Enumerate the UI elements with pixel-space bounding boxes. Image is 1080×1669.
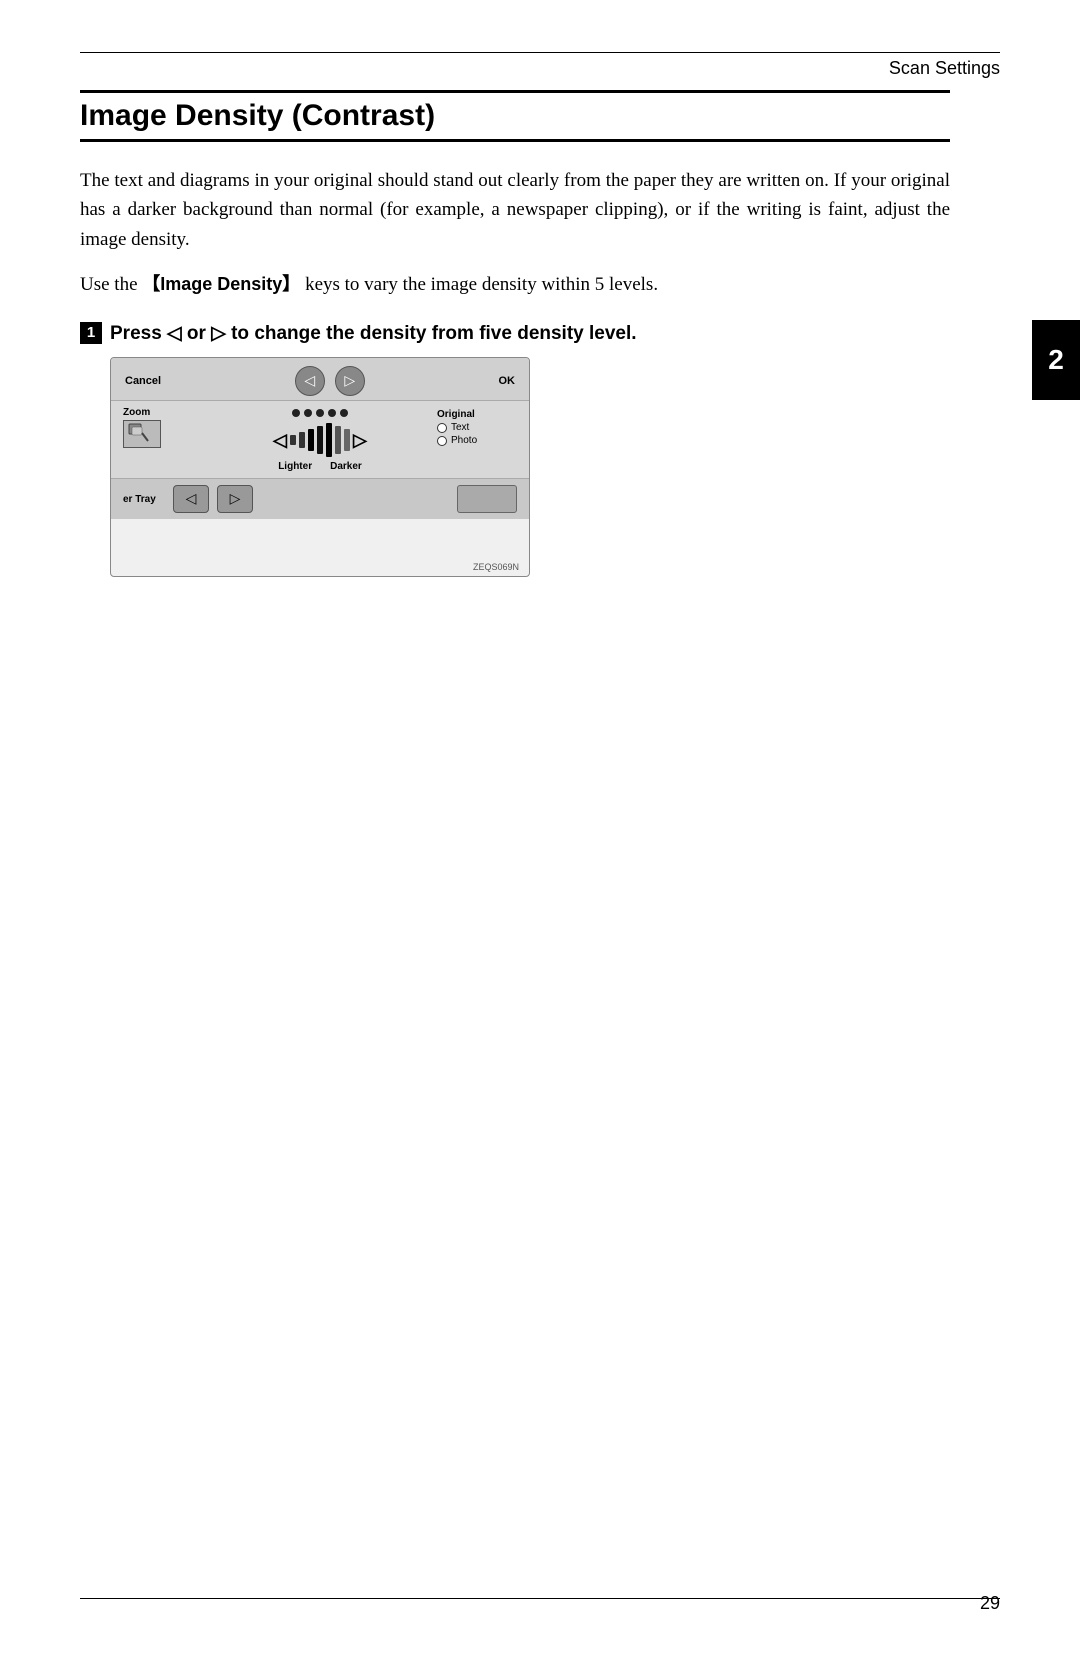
chapter-tab: 2 (1032, 320, 1080, 400)
density-right-arrow: ▷ (353, 430, 367, 451)
dot-4 (328, 409, 336, 417)
body-paragraph-1: The text and diagrams in your original s… (80, 166, 950, 254)
header-line (80, 52, 1000, 53)
device-cancel-label: Cancel (125, 375, 161, 387)
device-diagram: Cancel ◁ ▷ OK Zoom (110, 357, 530, 577)
bar-1 (290, 435, 296, 445)
p2-prefix: Use the (80, 274, 142, 295)
page-number: 29 (980, 1593, 1000, 1614)
p2-suffix: keys to vary the image density within 5 … (300, 274, 658, 295)
step-1-number: 1 (80, 322, 102, 344)
original-label: Original (437, 409, 475, 420)
density-left-arrow: ◁ (273, 430, 287, 451)
device-top-row: Cancel ◁ ▷ OK (111, 358, 529, 401)
nav-left-btn[interactable]: ◁ (295, 366, 325, 396)
step-1-text: Press ◁ or ▷ to change the density from … (110, 320, 637, 348)
device-mid-row: Zoom (111, 401, 529, 479)
zoom-icon (123, 420, 161, 448)
section-title: Image Density (Contrast) (80, 99, 435, 132)
header-section-label: Scan Settings (889, 58, 1000, 79)
zoom-label: Zoom (123, 407, 150, 418)
dot-2 (304, 409, 312, 417)
page-container: Scan Settings 2 Image Density (Contrast)… (0, 0, 1080, 1669)
nav-right-btn[interactable]: ▷ (335, 366, 365, 396)
text-option-label: Text (451, 422, 469, 433)
body-paragraph-2: Use the 【Image Density】 keys to vary the… (80, 270, 950, 299)
radio-circle-text (437, 423, 447, 433)
device-original-section: Original Text Photo (437, 407, 517, 448)
tray-label: er Tray (123, 494, 163, 505)
bar-3 (308, 429, 314, 451)
p2-key: 【Image Density】 (142, 274, 300, 294)
bar-6 (335, 426, 341, 454)
density-labels: Lighter Darker (278, 461, 362, 472)
device-bottom-row: er Tray ◁ ▷ (111, 479, 529, 519)
density-center: ◁ ▷ (203, 407, 437, 472)
chapter-number: 2 (1048, 344, 1064, 376)
section-title-bar: Image Density (Contrast) (80, 90, 950, 142)
bar-4 (317, 426, 323, 454)
dot-1 (292, 409, 300, 417)
footer-line (80, 1598, 1000, 1599)
device-ok-label: OK (498, 375, 515, 387)
photo-option-label: Photo (451, 435, 477, 446)
step-1-header: 1 Press ◁ or ▷ to change the density fro… (80, 320, 950, 348)
device-code: ZEQS069N (473, 562, 519, 572)
step-1-block: 1 Press ◁ or ▷ to change the density fro… (80, 320, 950, 578)
device-zoom-section: Zoom (123, 407, 203, 448)
bar-7 (344, 429, 350, 451)
bottom-buttons: ◁ ▷ (173, 485, 253, 513)
density-dots (292, 409, 348, 417)
dot-5 (340, 409, 348, 417)
radio-photo-option: Photo (437, 435, 477, 446)
bar-2 (299, 432, 305, 448)
dot-3 (316, 409, 324, 417)
bottom-right-btn[interactable]: ▷ (217, 485, 253, 513)
bottom-left-btn[interactable]: ◁ (173, 485, 209, 513)
radio-circle-photo (437, 436, 447, 446)
right-panel-btn (457, 485, 517, 513)
density-bars-row: ◁ ▷ (273, 423, 367, 457)
bar-5 (326, 423, 332, 457)
lighter-label: Lighter (278, 461, 312, 472)
darker-label: Darker (330, 461, 362, 472)
device-nav-buttons: ◁ ▷ (295, 366, 365, 396)
main-content: Image Density (Contrast) The text and di… (80, 90, 950, 595)
radio-text-option: Text (437, 422, 469, 433)
